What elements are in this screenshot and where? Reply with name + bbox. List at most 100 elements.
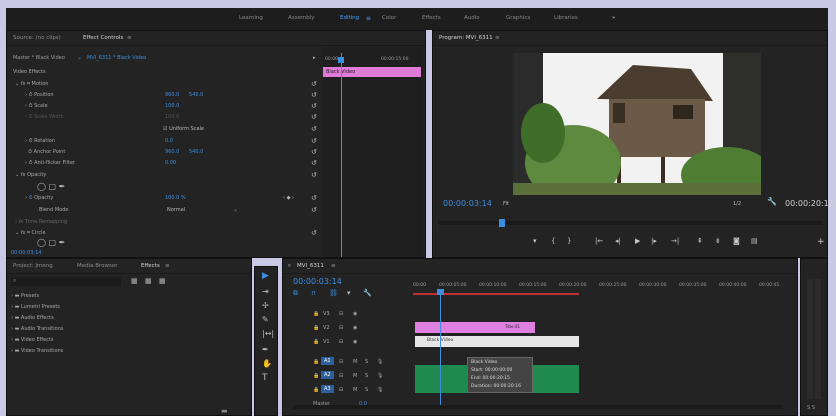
add-marker-icon[interactable]: ▾	[533, 237, 537, 245]
antiflicker-row[interactable]: › ⏱ Anti-flicker Filter	[25, 160, 75, 170]
position-row[interactable]: › ⏱ Position	[25, 92, 54, 102]
panel-menu-icon[interactable]: ≡	[495, 35, 500, 41]
solo-buttons[interactable]: S S	[807, 405, 815, 411]
reset-icon[interactable]: ↺	[311, 92, 318, 99]
quality-select[interactable]: 1/2	[733, 201, 741, 207]
anchor-row[interactable]: ⏱ Anchor Point	[25, 149, 65, 159]
tab-sequence[interactable]: MVI_6311	[297, 263, 324, 269]
list-item[interactable]: › ▬ Video Transitions	[11, 348, 63, 358]
go-to-out-icon[interactable]: →|	[671, 237, 679, 245]
play-icon[interactable]: ▶	[635, 237, 640, 245]
scale-row[interactable]: › ⏱ Scale	[25, 103, 48, 113]
play-only-icon[interactable]: ▸	[313, 55, 316, 61]
video-frame[interactable]	[513, 53, 761, 195]
workspace-graphics[interactable]: Graphics	[506, 15, 530, 21]
ripple-edit-icon[interactable]: ✢	[262, 301, 269, 310]
camera-icon[interactable]: ◙	[733, 237, 740, 245]
panel-menu-icon[interactable]: ≡	[165, 263, 170, 269]
opacity-value[interactable]: 100.0 %	[165, 195, 186, 201]
fit-select[interactable]: Fit	[503, 201, 509, 207]
tab-effect-controls[interactable]: Effect Controls	[83, 35, 123, 41]
eye-icon[interactable]: ◉	[353, 325, 357, 331]
go-to-in-icon[interactable]: |←	[595, 237, 603, 245]
workspace-libraries[interactable]: Libraries	[554, 15, 578, 21]
track-header-a1[interactable]: 🔒 A1 ⊟ M S 🎙	[307, 357, 407, 368]
selection-tool-icon[interactable]: ▶	[262, 271, 269, 281]
ec-timecode[interactable]: 00:00:03:14	[11, 250, 42, 256]
add-marker-icon[interactable]: ▾	[347, 289, 351, 297]
position-y[interactable]: 540.0	[189, 92, 203, 98]
mark-out-icon[interactable]: }	[567, 237, 571, 245]
reset-icon[interactable]: ↺	[311, 81, 318, 88]
eye-icon[interactable]: ◉	[353, 339, 357, 345]
workspace-editing[interactable]: Editing	[340, 15, 359, 21]
opacity-toggle[interactable]: ⌄ fx Opacity	[15, 172, 46, 182]
yuv-effects-icon[interactable]: ▦	[159, 277, 166, 285]
reset-icon[interactable]: ↺	[311, 172, 318, 179]
program-title[interactable]: Program: MVI_6311	[439, 35, 493, 41]
program-timecode[interactable]: 00:00:03:14	[443, 199, 492, 208]
panel-menu-icon[interactable]: ≡	[127, 35, 132, 41]
reset-icon[interactable]: ↺	[311, 160, 318, 167]
hand-icon[interactable]: ✋	[262, 359, 272, 368]
wrench-icon[interactable]: 🔧	[767, 197, 777, 206]
workspace-color[interactable]: Color	[382, 15, 396, 21]
timeline-playhead[interactable]	[440, 289, 441, 407]
reset-icon[interactable]: ↺	[311, 114, 318, 121]
razor-icon[interactable]: ✎	[262, 315, 269, 324]
nest-icon[interactable]: ⧉	[293, 289, 298, 298]
track-header-v1[interactable]: 🔒 V1 ⊟ ◉	[307, 337, 407, 348]
workspace-overflow[interactable]: »	[612, 15, 615, 21]
time-ruler[interactable]: 00:00 00:00:05:00 00:00:10:00 00:00:15:0…	[413, 281, 793, 297]
reset-icon[interactable]: ↺	[311, 103, 318, 110]
extract-icon[interactable]: ⇟	[715, 237, 721, 245]
track-select-icon[interactable]: ⇥	[262, 287, 269, 296]
title-clip[interactable]: Title 01	[415, 322, 535, 333]
tab-source[interactable]: Source: (no clips)	[13, 35, 61, 41]
tab-effects[interactable]: Effects	[141, 263, 160, 269]
antiflicker-value[interactable]: 0.00	[165, 160, 176, 166]
reset-icon[interactable]: ↺	[311, 138, 318, 145]
circle-mask-tools-icon[interactable]: ◯ ▢ ✒	[37, 238, 65, 247]
uniform-scale-checkbox[interactable]: ☑ Uniform Scale	[163, 126, 204, 132]
scale-value[interactable]: 100.0	[165, 103, 179, 109]
list-item[interactable]: › ▬ Video Effects	[11, 337, 54, 347]
track-header-v3[interactable]: 🔒 V3 ⊟ ◉	[307, 309, 407, 320]
list-item[interactable]: › ▬ Lumetri Presets	[11, 304, 60, 314]
rotation-row[interactable]: › ⏱ Rotation	[25, 138, 55, 148]
workspace-menu-icon[interactable]: ≡	[366, 15, 371, 22]
motion-toggle[interactable]: ⌄ fx ⌗ Motion	[15, 81, 48, 91]
track-header-v2[interactable]: 🔒 V2 ⊟ ◉	[307, 323, 407, 334]
eye-icon[interactable]: ◉	[353, 311, 357, 317]
reset-icon[interactable]: ↺	[311, 207, 318, 214]
chevron-down-icon[interactable]: ⌄	[77, 54, 82, 61]
linked-selection-icon[interactable]: ⛓	[329, 289, 338, 297]
button-editor-icon[interactable]: ▤	[751, 237, 758, 245]
workspace-learning[interactable]: Learning	[239, 15, 263, 21]
program-playhead[interactable]	[499, 219, 505, 227]
program-scrub-bar[interactable]	[439, 219, 823, 227]
new-bin-icon[interactable]: ▬	[221, 407, 228, 415]
close-icon[interactable]: ×	[287, 263, 292, 269]
opacity-row[interactable]: › ⏱ Opacity	[25, 195, 53, 205]
workspace-effects[interactable]: Effects	[422, 15, 441, 21]
list-item[interactable]: › ▬ Audio Transitions	[11, 326, 64, 336]
pen-icon[interactable]: ✒	[262, 345, 269, 354]
keyframe-nav-icon[interactable]: ‹ ◆ ›	[283, 195, 294, 201]
anchor-x[interactable]: 960.0	[165, 149, 179, 155]
chevron-down-icon[interactable]: ⌄	[233, 206, 238, 213]
add-button-icon[interactable]: +	[817, 237, 825, 247]
accelerated-effects-icon[interactable]: ▦	[131, 277, 138, 285]
rotation-value[interactable]: 0.0	[165, 138, 173, 144]
time-remap-row[interactable]: › fx Time Remapping	[15, 219, 67, 229]
tab-media-browser[interactable]: Media Browser	[77, 263, 118, 269]
step-forward-icon[interactable]: |▸	[651, 237, 657, 245]
mark-in-icon[interactable]: {	[551, 237, 555, 245]
step-back-icon[interactable]: ◂|	[615, 237, 621, 245]
slip-icon[interactable]: |↔|	[262, 329, 274, 338]
effects-search-input[interactable]: ⌕	[11, 277, 121, 286]
anchor-y[interactable]: 540.0	[189, 149, 203, 155]
clip-label[interactable]: MVI_6311 * Black Video	[87, 55, 146, 61]
timeline-scrollbar[interactable]	[293, 405, 783, 409]
position-x[interactable]: 960.0	[165, 92, 179, 98]
